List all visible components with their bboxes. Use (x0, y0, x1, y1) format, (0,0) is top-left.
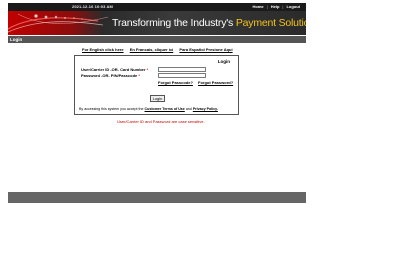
terms-of-use-link[interactable]: Customer Terms of Use (145, 107, 185, 111)
french-link[interactable]: En Francais, cliquer ici (130, 47, 174, 52)
forgot-password-link[interactable]: Forgot Password? (198, 80, 233, 85)
required-marker: * (138, 73, 140, 78)
nav-bar: Login (8, 36, 306, 43)
nav-login-label: Login (10, 37, 23, 42)
forgot-passcode-link[interactable]: Forgot Passcode? (158, 80, 193, 85)
login-panel: Login User/Carrier ID -OR- Card Number *… (74, 55, 239, 115)
top-bar: 2021-12-16 10:03 AM Home | Help | Logout (8, 3, 306, 11)
tagline-prefix: Transforming the Industry's (112, 17, 234, 29)
header-banner: Transforming the Industry's Payment Solu… (8, 11, 306, 35)
datetime-label: 2021-12-16 10:03 AM (72, 4, 113, 9)
forgot-links: Forgot Passcode? Forgot Password? (158, 80, 237, 85)
top-links: Home | Help | Logout (253, 4, 300, 10)
logout-link[interactable]: Logout (286, 4, 300, 10)
home-link[interactable]: Home (253, 4, 264, 10)
divider: | (282, 4, 284, 9)
password-input[interactable] (158, 73, 206, 78)
login-button[interactable]: Login (150, 95, 165, 102)
user-id-label: User/Carrier ID -OR- Card Number * (81, 67, 149, 72)
help-link[interactable]: Help (271, 4, 280, 10)
footer-bar (8, 192, 306, 203)
tagline-highlight: Payment Solutions (235, 17, 306, 29)
language-links: For English click here En Francais, cliq… (82, 47, 242, 53)
english-link[interactable]: For English click here (82, 47, 124, 52)
case-sensitive-note: User/Carrier ID and Password are case se… (117, 119, 205, 124)
password-label: Password -OR- PIN/Passcode * (81, 73, 140, 78)
spanish-link[interactable]: Para Español Presione Aqui (179, 47, 232, 52)
divider: | (266, 4, 268, 9)
banner-tagline: Transforming the Industry's Payment Solu… (112, 16, 306, 30)
agreement-text: By accessing this system you accept the … (79, 107, 218, 111)
user-id-input[interactable] (158, 67, 206, 72)
login-title: Login (217, 59, 230, 64)
required-marker: * (146, 67, 149, 72)
privacy-policy-link[interactable]: Privacy Policy. (193, 107, 218, 111)
